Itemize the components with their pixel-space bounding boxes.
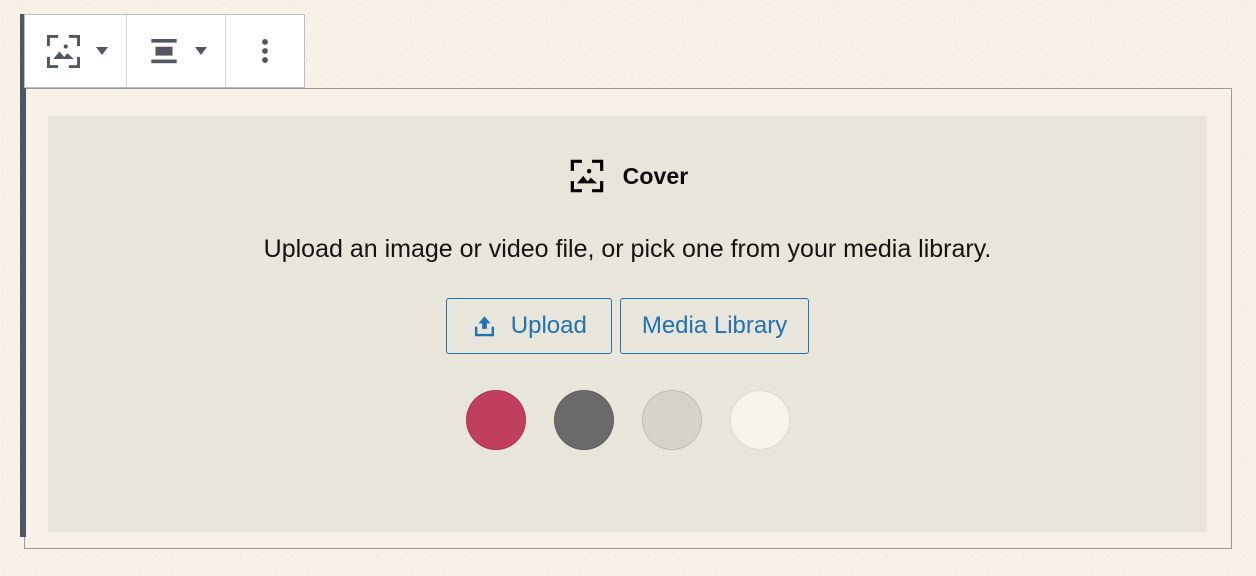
upload-button-label: Upload — [510, 312, 587, 339]
placeholder-label: Cover — [567, 156, 689, 196]
toolbar-group-block-type — [25, 15, 127, 87]
toolbar-group-alignment — [127, 15, 226, 87]
color-swatch-crimson[interactable] — [465, 390, 526, 450]
cover-block-icon — [567, 156, 607, 196]
more-options-button[interactable] — [226, 15, 304, 87]
cover-block[interactable]: Cover Upload an image or video file, or … — [24, 88, 1232, 549]
placeholder-title: Cover — [622, 162, 689, 189]
block-selection-indicator — [20, 14, 26, 537]
color-swatch-dark-gray[interactable] — [553, 390, 614, 450]
chevron-down-icon — [195, 47, 207, 55]
placeholder-actions: Upload Media Library — [445, 298, 810, 354]
align-button[interactable] — [127, 15, 193, 87]
upload-icon — [471, 313, 498, 340]
cover-block-placeholder: Cover Upload an image or video file, or … — [48, 116, 1207, 532]
media-library-button[interactable]: Media Library — [619, 298, 810, 354]
alignment-chevron-down-icon[interactable] — [193, 15, 225, 87]
placeholder-instructions: Upload an image or video file, or pick o… — [263, 235, 992, 263]
align-full-width-icon — [145, 32, 183, 70]
block-toolbar — [24, 14, 305, 88]
block-type-chevron-down-icon[interactable] — [94, 15, 126, 87]
color-swatch-off-white[interactable] — [729, 390, 790, 450]
color-swatch-light-gray[interactable] — [641, 390, 702, 450]
upload-button[interactable]: Upload — [445, 298, 612, 354]
ellipsis-vertical-icon — [248, 34, 282, 68]
chevron-down-icon — [96, 47, 108, 55]
block-type-button[interactable] — [25, 15, 94, 87]
toolbar-group-more-options — [226, 15, 304, 87]
cover-block-icon — [43, 31, 84, 72]
media-library-button-label: Media Library — [641, 312, 788, 339]
color-swatch-list — [465, 390, 790, 450]
